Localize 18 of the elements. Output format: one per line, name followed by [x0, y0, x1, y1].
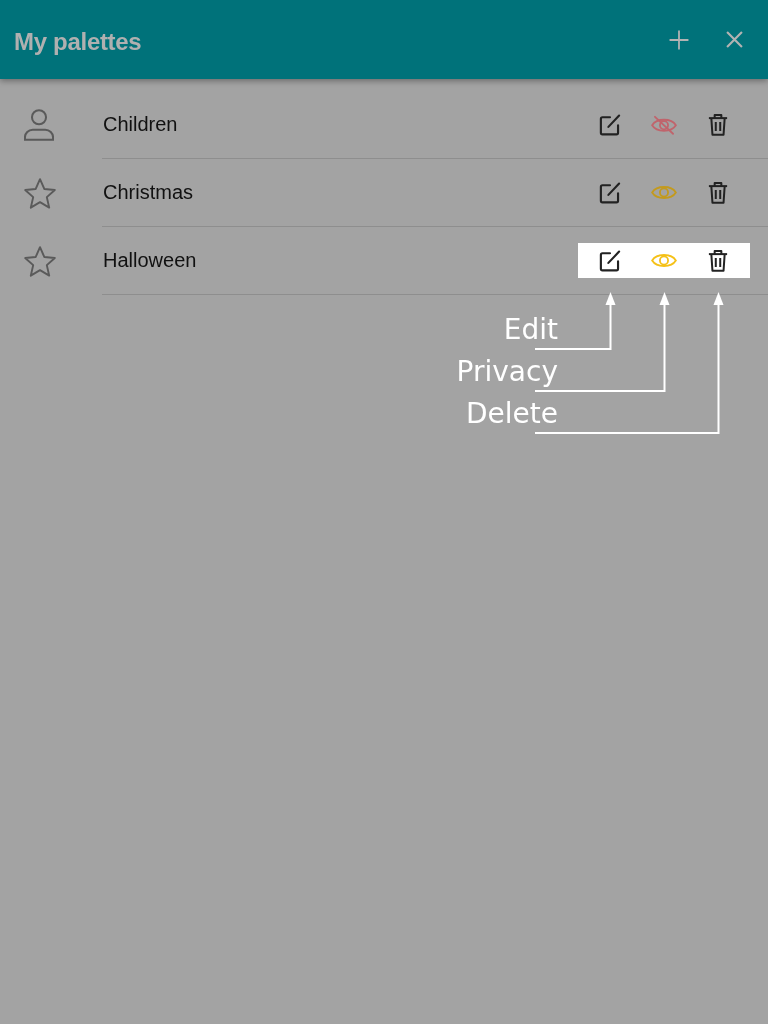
palette-name[interactable]: Halloween	[102, 249, 197, 272]
plus-icon	[669, 29, 689, 50]
trash-icon	[708, 248, 728, 273]
callout-label: Privacy	[456, 355, 558, 389]
palette-name[interactable]: Christmas	[102, 181, 193, 204]
palette-name[interactable]: Children	[102, 113, 178, 136]
person-icon	[24, 109, 54, 141]
pencil-square-icon	[599, 181, 621, 204]
trash-icon	[708, 112, 728, 137]
header-title: My palettes	[14, 27, 142, 56]
close-icon	[725, 31, 743, 48]
star-icon	[24, 245, 56, 277]
pencil-square-icon	[599, 113, 621, 136]
trash-icon	[708, 180, 728, 205]
pencil-square-icon	[599, 249, 621, 272]
callout-label: Delete	[466, 397, 558, 431]
callout-label: Edit	[503, 313, 558, 347]
star-icon	[24, 177, 56, 209]
